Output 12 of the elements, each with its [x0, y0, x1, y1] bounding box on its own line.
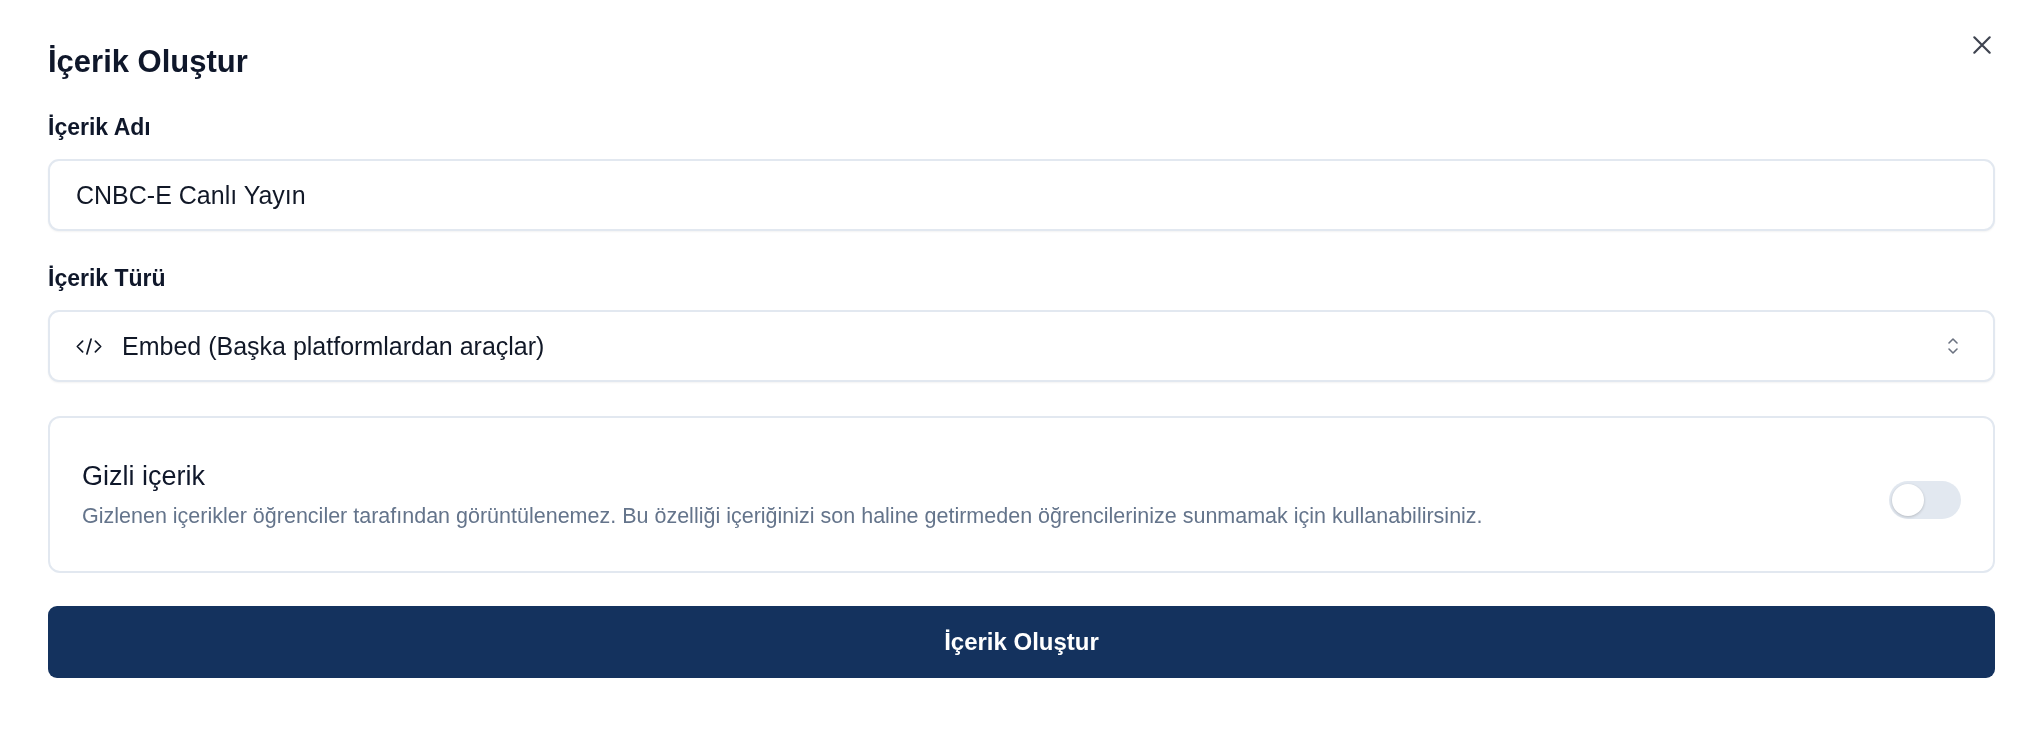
field-label: İçerik Türü [48, 265, 167, 292]
select-field[interactable]: Embed (Başka platformlardan araçlar) [48, 310, 1995, 382]
toggle-switch[interactable] [1889, 480, 1961, 519]
dialog-title: İçerik Oluştur [48, 44, 248, 80]
close-icon[interactable] [1971, 34, 1993, 56]
option-description: Gizlenen içerikler öğrenciler tarafından görüntülenemez. Bu özelliği içeriğinizi son haline getirmeden öğrencilerinize sunmamak için kullanabilirsiniz. [82, 503, 1484, 529]
chevron-icon [1947, 336, 1959, 356]
input-field[interactable]: CNBC-E Canlı Yayın [48, 159, 1995, 231]
field-label: İçerik Adı [48, 114, 152, 141]
submit-button[interactable]: İçerik Oluştur [48, 606, 1995, 678]
code-icon [76, 337, 102, 355]
option-title: Gizli içerik [82, 460, 206, 492]
